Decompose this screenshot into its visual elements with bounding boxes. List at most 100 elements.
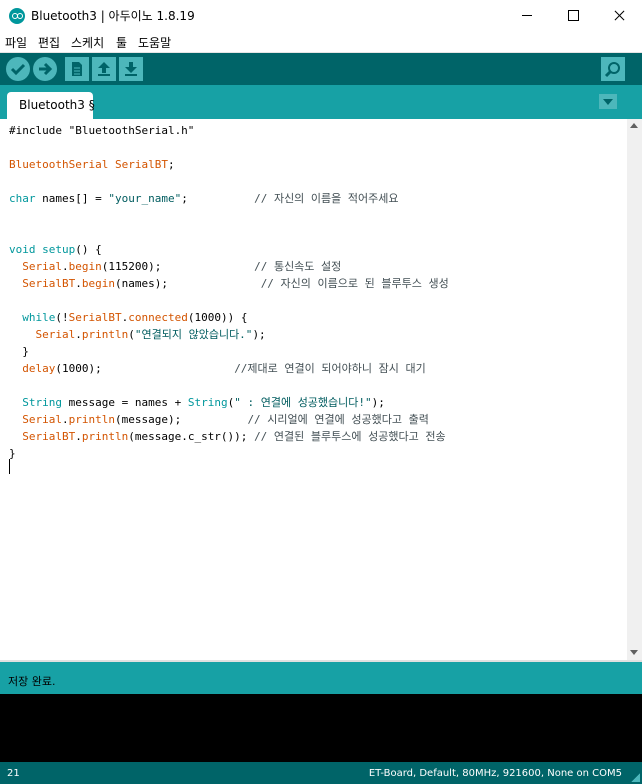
magnifier-icon bbox=[604, 62, 620, 78]
code-token: connected bbox=[128, 311, 188, 324]
tab-bluetooth3[interactable]: Bluetooth3 § bbox=[7, 92, 95, 119]
code-line: Serial.println(message); // 시리얼에 연결에 성공했… bbox=[9, 413, 429, 426]
code-token: begin bbox=[81, 277, 115, 290]
code-token: String bbox=[187, 396, 228, 409]
scroll-down-icon[interactable] bbox=[630, 650, 638, 655]
code-token: // 연결된 블루투스에 성공했다고 전송 bbox=[254, 430, 446, 443]
code-line: Serial.begin(115200); // 통신속도 설정 bbox=[9, 260, 341, 273]
code-token: String bbox=[22, 396, 62, 409]
code-token: "연결되지 않았습니다." bbox=[134, 328, 253, 341]
tab-bar: Bluetooth3 § bbox=[0, 85, 642, 119]
board-info: ET-Board, Default, 80MHz, 921600, None o… bbox=[368, 768, 622, 779]
code-token: (message.c_str()); bbox=[128, 430, 255, 443]
code-token: (! bbox=[55, 311, 69, 324]
maximize-button[interactable] bbox=[550, 0, 596, 31]
code-token: void bbox=[9, 243, 36, 256]
code-token: BluetoothSerial bbox=[9, 158, 109, 171]
footer-bar: 21 ET-Board, Default, 80MHz, 921600, Non… bbox=[0, 762, 642, 784]
code-line: BluetoothSerial SerialBT; bbox=[9, 158, 175, 171]
menu-tools[interactable]: 툴 bbox=[116, 34, 127, 51]
code-token: . bbox=[75, 328, 82, 341]
code-line: String message = names + String(" : 연결에 … bbox=[9, 396, 385, 409]
code-token: (115200); bbox=[101, 260, 255, 273]
status-bar: 저장 완료. bbox=[0, 662, 642, 694]
code-token: SerialBT bbox=[22, 430, 76, 443]
code-token: //제대로 연결이 되어야하니 잠시 대기 bbox=[234, 362, 426, 375]
code-line: #include "BluetoothSerial.h" bbox=[9, 124, 194, 137]
code-token: ( bbox=[128, 328, 135, 341]
resize-grip-icon[interactable] bbox=[631, 773, 640, 782]
code-token: char bbox=[9, 192, 36, 205]
code-token: (1000)) { bbox=[187, 311, 248, 324]
code-line: void setup() { bbox=[9, 243, 102, 256]
code-token: // 자신의 이름을 적어주세요 bbox=[254, 192, 399, 205]
open-sketch-button[interactable] bbox=[92, 57, 116, 81]
menu-bar: 파일 편집 스케치 툴 도움말 bbox=[0, 31, 642, 53]
code-token: // 통신속도 설정 bbox=[254, 260, 342, 273]
code-line: SerialBT.begin(names); // 자신의 이름으로 된 블루투… bbox=[9, 277, 449, 290]
tab-label: Bluetooth3 § bbox=[19, 98, 95, 112]
code-token: delay bbox=[22, 362, 56, 375]
console-output[interactable] bbox=[0, 694, 642, 762]
code-token: SerialBT bbox=[68, 311, 122, 324]
serial-monitor-button[interactable] bbox=[601, 57, 625, 81]
code-editor[interactable]: #include "BluetoothSerial.h" BluetoothSe… bbox=[0, 119, 627, 660]
code-token: "your_name" bbox=[108, 192, 182, 205]
code-token: Serial bbox=[22, 260, 62, 273]
code-token: . bbox=[62, 260, 69, 273]
code-token: (names); bbox=[114, 277, 261, 290]
minimize-button[interactable] bbox=[504, 0, 550, 31]
editor-scrollbar[interactable] bbox=[627, 119, 642, 660]
code-token: . bbox=[62, 413, 69, 426]
code-token: ); bbox=[371, 396, 385, 409]
code-token: ; bbox=[181, 192, 255, 205]
tab-menu-button[interactable] bbox=[599, 94, 617, 109]
code-token: setup bbox=[42, 243, 76, 256]
code-token: Serial bbox=[35, 328, 76, 341]
text-cursor bbox=[9, 459, 10, 474]
code-line: while(!SerialBT.connected(1000)) { bbox=[9, 311, 247, 324]
close-button[interactable] bbox=[596, 0, 642, 31]
code-token: (1000); bbox=[55, 362, 235, 375]
menu-file[interactable]: 파일 bbox=[5, 34, 27, 51]
code-token: () { bbox=[75, 243, 102, 256]
code-token: println bbox=[68, 413, 115, 426]
menu-edit[interactable]: 편집 bbox=[38, 34, 60, 51]
upload-button[interactable] bbox=[33, 57, 57, 81]
code-token: ); bbox=[252, 328, 266, 341]
code-token: names[] = bbox=[35, 192, 109, 205]
verify-button[interactable] bbox=[6, 57, 30, 81]
code-line: } bbox=[9, 345, 29, 358]
code-token: // 시리얼에 연결에 성공했다고 출력 bbox=[247, 413, 429, 426]
new-file-icon bbox=[72, 62, 82, 76]
code-token: (message); bbox=[114, 413, 248, 426]
menu-help[interactable]: 도움말 bbox=[138, 34, 171, 51]
code-token: message = names + bbox=[62, 396, 188, 409]
code-token: // 자신의 이름으로 된 블루투스 생성 bbox=[260, 277, 449, 290]
save-sketch-button[interactable] bbox=[119, 57, 143, 81]
code-text[interactable]: #include "BluetoothSerial.h" BluetoothSe… bbox=[9, 122, 449, 462]
toolbar bbox=[0, 53, 642, 85]
arrow-down-icon bbox=[125, 62, 137, 76]
code-line: SerialBT.println(message.c_str()); // 연결… bbox=[9, 430, 446, 443]
title-bar: Bluetooth3 | 아두이노 1.8.19 bbox=[0, 0, 642, 31]
new-sketch-button[interactable] bbox=[65, 57, 89, 81]
code-token: . bbox=[75, 430, 82, 443]
code-line: Serial.println("연결되지 않았습니다."); bbox=[9, 328, 266, 341]
scroll-up-icon[interactable] bbox=[630, 123, 638, 128]
line-number: 21 bbox=[7, 768, 20, 779]
code-token: . bbox=[75, 277, 82, 290]
menu-sketch[interactable]: 스케치 bbox=[71, 34, 104, 51]
window-title: Bluetooth3 | 아두이노 1.8.19 bbox=[31, 9, 195, 23]
arrow-right-icon bbox=[39, 62, 53, 76]
checkmark-icon bbox=[10, 63, 26, 76]
code-token: SerialBT bbox=[22, 277, 76, 290]
